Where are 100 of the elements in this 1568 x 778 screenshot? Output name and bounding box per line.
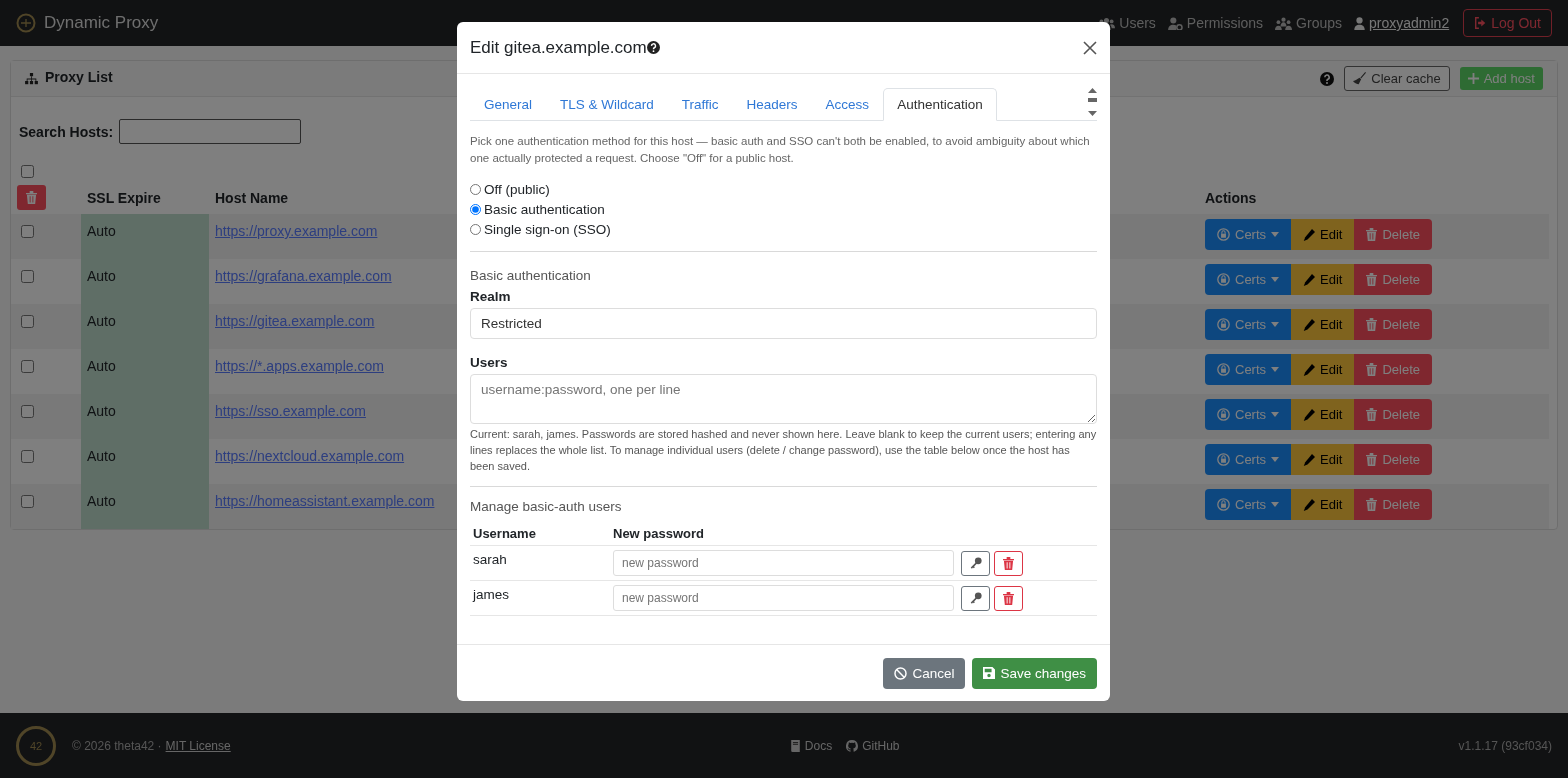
host-link[interactable]: https://nextcloud.example.com xyxy=(215,448,405,464)
tab[interactable]: Authentication xyxy=(883,88,997,121)
host-link[interactable]: https://*.apps.example.com xyxy=(215,358,384,374)
user-link[interactable]: proxyadmin2 xyxy=(1354,15,1450,31)
certs-dropdown-button[interactable]: Certs xyxy=(1205,399,1292,430)
search-label: Search Hosts: xyxy=(19,123,114,140)
edit-button[interactable]: Edit xyxy=(1291,489,1355,520)
set-password-button[interactable] xyxy=(961,550,990,576)
host-link[interactable]: https://gitea.example.com xyxy=(215,313,375,329)
version-text: v1.1.17 (93cf034) xyxy=(1458,738,1552,753)
tab[interactable]: General xyxy=(470,88,547,121)
certs-dropdown-button[interactable]: Certs xyxy=(1205,354,1292,385)
host-link[interactable]: https://homeassistant.example.com xyxy=(215,493,435,509)
row-checkbox[interactable] xyxy=(21,225,34,238)
pencil-icon xyxy=(1303,408,1316,421)
row-checkbox[interactable] xyxy=(21,360,34,373)
delete-user-button[interactable] xyxy=(994,585,1023,611)
field-label: Realm xyxy=(470,289,512,304)
scroll-arrows-icon xyxy=(1088,88,1097,116)
caret-icon xyxy=(1271,232,1280,237)
nav-link[interactable]: Groups xyxy=(1275,15,1342,31)
set-password-button[interactable] xyxy=(961,585,990,611)
section-title: Manage basic-auth users xyxy=(470,499,623,514)
users-field[interactable]: username:password, one per line xyxy=(470,374,1097,424)
edit-button[interactable]: Edit xyxy=(1291,444,1355,475)
realm-field[interactable]: Restricted xyxy=(470,308,1097,339)
row-checkbox[interactable] xyxy=(21,270,34,283)
row-checkbox[interactable] xyxy=(21,495,34,508)
close-button[interactable] xyxy=(1083,40,1097,55)
delete-selected-button[interactable] xyxy=(17,185,46,210)
key-icon xyxy=(969,592,982,604)
certs-dropdown-button[interactable]: Certs xyxy=(1205,444,1292,475)
nav-link[interactable]: Permissions xyxy=(1167,15,1264,31)
trash-icon xyxy=(1366,408,1378,421)
edit-button[interactable]: Edit xyxy=(1291,219,1355,250)
cancel-button[interactable]: Cancel xyxy=(883,657,966,689)
host-link[interactable]: https://proxy.example.com xyxy=(215,223,378,239)
pencil-icon xyxy=(1303,363,1316,376)
row-checkbox[interactable] xyxy=(21,450,34,463)
table-cell: Auto xyxy=(87,223,116,239)
delete-button[interactable]: Delete xyxy=(1354,444,1433,475)
table-cell: Auto xyxy=(87,358,116,374)
brand-name[interactable]: Dynamic Proxy xyxy=(44,13,159,33)
radio-button[interactable] xyxy=(470,203,481,215)
trash-icon xyxy=(1366,228,1378,241)
tab[interactable]: Headers xyxy=(732,88,812,121)
license-link[interactable]: MIT License xyxy=(165,738,231,753)
plus-icon xyxy=(1467,73,1479,84)
certs-dropdown-button[interactable]: Certs xyxy=(1205,309,1292,340)
search-field[interactable] xyxy=(119,119,302,144)
trash-icon xyxy=(1366,363,1378,376)
modal-title: Edit gitea.example.com xyxy=(470,37,647,58)
delete-button[interactable]: Delete xyxy=(1354,399,1433,430)
help-text: Pick one authentication method for this host — basic auth and SSO can't both be enabled, to avoid ambiguity about which one actually protected a request. Choose "Off" for a public host. xyxy=(470,134,1091,166)
certs-dropdown-button[interactable]: Certs xyxy=(1205,219,1292,250)
select-all-checkbox[interactable] xyxy=(21,165,34,178)
delete-user-button[interactable] xyxy=(994,550,1023,576)
close-icon xyxy=(1083,40,1097,55)
delete-button[interactable]: Delete xyxy=(1354,354,1433,385)
pencil-icon xyxy=(1303,498,1316,511)
edit-button[interactable]: Edit xyxy=(1291,309,1355,340)
trash-icon xyxy=(1366,498,1378,511)
tab[interactable]: Access xyxy=(811,88,884,121)
lock-badge-icon xyxy=(1217,318,1230,331)
password-field[interactable]: new password xyxy=(613,550,954,576)
delete-button[interactable]: Delete xyxy=(1354,219,1433,250)
delete-button[interactable]: Delete xyxy=(1354,489,1433,520)
delete-button[interactable]: Delete xyxy=(1354,309,1433,340)
table-cell: james xyxy=(473,587,509,602)
radio-button[interactable] xyxy=(470,183,481,195)
delete-button[interactable]: Delete xyxy=(1354,264,1433,295)
clear-cache-button[interactable]: Clear cache xyxy=(1344,66,1450,91)
logout-button[interactable]: Log Out xyxy=(1463,9,1552,37)
row-checkbox[interactable] xyxy=(21,405,34,418)
column-header: Username xyxy=(473,526,536,541)
tab[interactable]: TLS & Wildcard xyxy=(546,88,668,121)
footer-link[interactable]: Docs xyxy=(789,738,833,753)
edit-button[interactable]: Edit xyxy=(1291,354,1355,385)
footer-link[interactable]: GitHub xyxy=(846,738,900,753)
trash-icon xyxy=(1003,556,1014,570)
edit-button[interactable]: Edit xyxy=(1291,399,1355,430)
help-icon xyxy=(1320,71,1335,86)
footer-logo: 42 xyxy=(16,725,56,766)
tab[interactable]: Traffic xyxy=(667,88,733,121)
trash-icon xyxy=(26,191,37,204)
book-icon xyxy=(789,739,801,752)
logo-icon xyxy=(16,13,36,33)
certs-dropdown-button[interactable]: Certs xyxy=(1205,489,1292,520)
certs-dropdown-button[interactable]: Certs xyxy=(1205,264,1292,295)
edit-button[interactable]: Edit xyxy=(1291,264,1355,295)
save-button[interactable]: Save changes xyxy=(972,657,1097,689)
host-link[interactable]: https://sso.example.com xyxy=(215,403,366,419)
host-link[interactable]: https://grafana.example.com xyxy=(215,268,392,284)
password-field[interactable]: new password xyxy=(613,585,954,611)
add-host-button[interactable]: Add host xyxy=(1459,67,1543,90)
trash-icon xyxy=(1366,273,1378,286)
lock-badge-icon xyxy=(1217,363,1230,376)
lock-badge-icon xyxy=(1217,453,1230,466)
row-checkbox[interactable] xyxy=(21,315,34,328)
radio-button[interactable] xyxy=(470,223,481,235)
